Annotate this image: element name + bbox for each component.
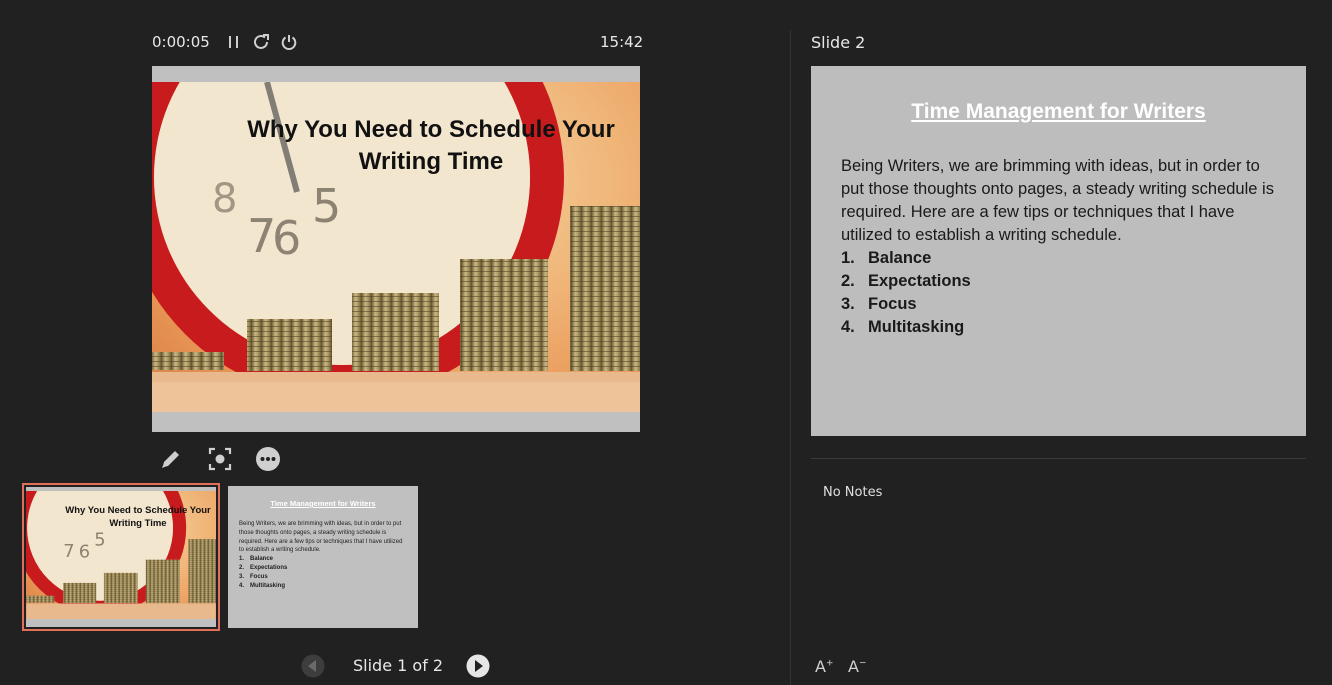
- list-item: 4. Multitasking: [239, 582, 286, 589]
- list-item: 3. Focus: [841, 295, 917, 313]
- svg-text:8: 8: [212, 176, 237, 222]
- pause-button[interactable]: [224, 32, 244, 52]
- svg-text:7: 7: [63, 541, 74, 562]
- list-item: 1. Balance: [239, 556, 274, 563]
- power-icon: [281, 35, 297, 51]
- thumbnail-2-body: Being Writers, we are brimming with idea…: [239, 521, 403, 554]
- svg-text:5: 5: [94, 529, 105, 550]
- increase-font-button[interactable]: A+: [815, 657, 834, 676]
- next-slide-title: Time Management for Writers: [911, 100, 1206, 123]
- current-slide[interactable]: 7 6 5 8 Why You Need to Schedule Your Wr…: [152, 66, 640, 432]
- pen-tool-button[interactable]: [158, 446, 184, 472]
- more-options-button[interactable]: [255, 446, 281, 472]
- pane-divider[interactable]: [790, 30, 791, 685]
- next-slide-button[interactable]: [466, 654, 490, 678]
- zoom-icon: [208, 447, 232, 471]
- speaker-notes[interactable]: No Notes: [823, 485, 882, 500]
- decrease-font-button[interactable]: A−: [848, 657, 867, 676]
- slide-thumbnail-1[interactable]: 7 6 5 Why You Need to Schedule Your Writ…: [22, 483, 220, 631]
- current-slide-title: Why You Need to Schedule Your Writing Ti…: [247, 116, 615, 175]
- next-slide-body: Being Writers, we are brimming with idea…: [841, 157, 1274, 244]
- list-item: 1. Balance: [841, 249, 932, 267]
- list-item: 3. Focus: [239, 573, 268, 580]
- more-icon: [256, 447, 280, 471]
- decrease-font-icon: A: [848, 657, 859, 676]
- thumbnail-2-title: Time Management for Writers: [270, 499, 376, 508]
- current-time: 15:42: [600, 33, 644, 51]
- next-icon: [466, 654, 490, 678]
- notes-separator: [811, 458, 1306, 459]
- svg-text:6: 6: [272, 211, 301, 265]
- zoom-button[interactable]: [207, 446, 233, 472]
- pen-icon: [162, 451, 179, 468]
- list-item: 4. Multitasking: [841, 318, 965, 336]
- pause-icon: [229, 36, 238, 48]
- thumbnail-1-title: Why You Need to Schedule Your Writing Ti…: [65, 505, 211, 529]
- next-slide-preview: Time Management for Writers Being Writer…: [811, 66, 1306, 436]
- restart-button[interactable]: [251, 32, 271, 52]
- elapsed-timer: 0:00:05: [152, 33, 210, 51]
- next-slide-label: Slide 2: [811, 33, 866, 52]
- list-item: 2. Expectations: [239, 564, 288, 571]
- svg-text:6: 6: [79, 542, 90, 563]
- slide-thumbnail-2[interactable]: Time Management for Writers Being Writer…: [228, 486, 418, 628]
- previous-slide-button[interactable]: [301, 654, 325, 678]
- list-item: 2. Expectations: [841, 272, 971, 290]
- increase-font-icon: A: [815, 657, 826, 676]
- slide-counter: Slide 1 of 2: [353, 656, 444, 675]
- end-show-button[interactable]: [279, 32, 299, 52]
- restart-icon: [254, 34, 269, 49]
- svg-text:5: 5: [312, 179, 341, 233]
- previous-icon: [301, 654, 325, 678]
